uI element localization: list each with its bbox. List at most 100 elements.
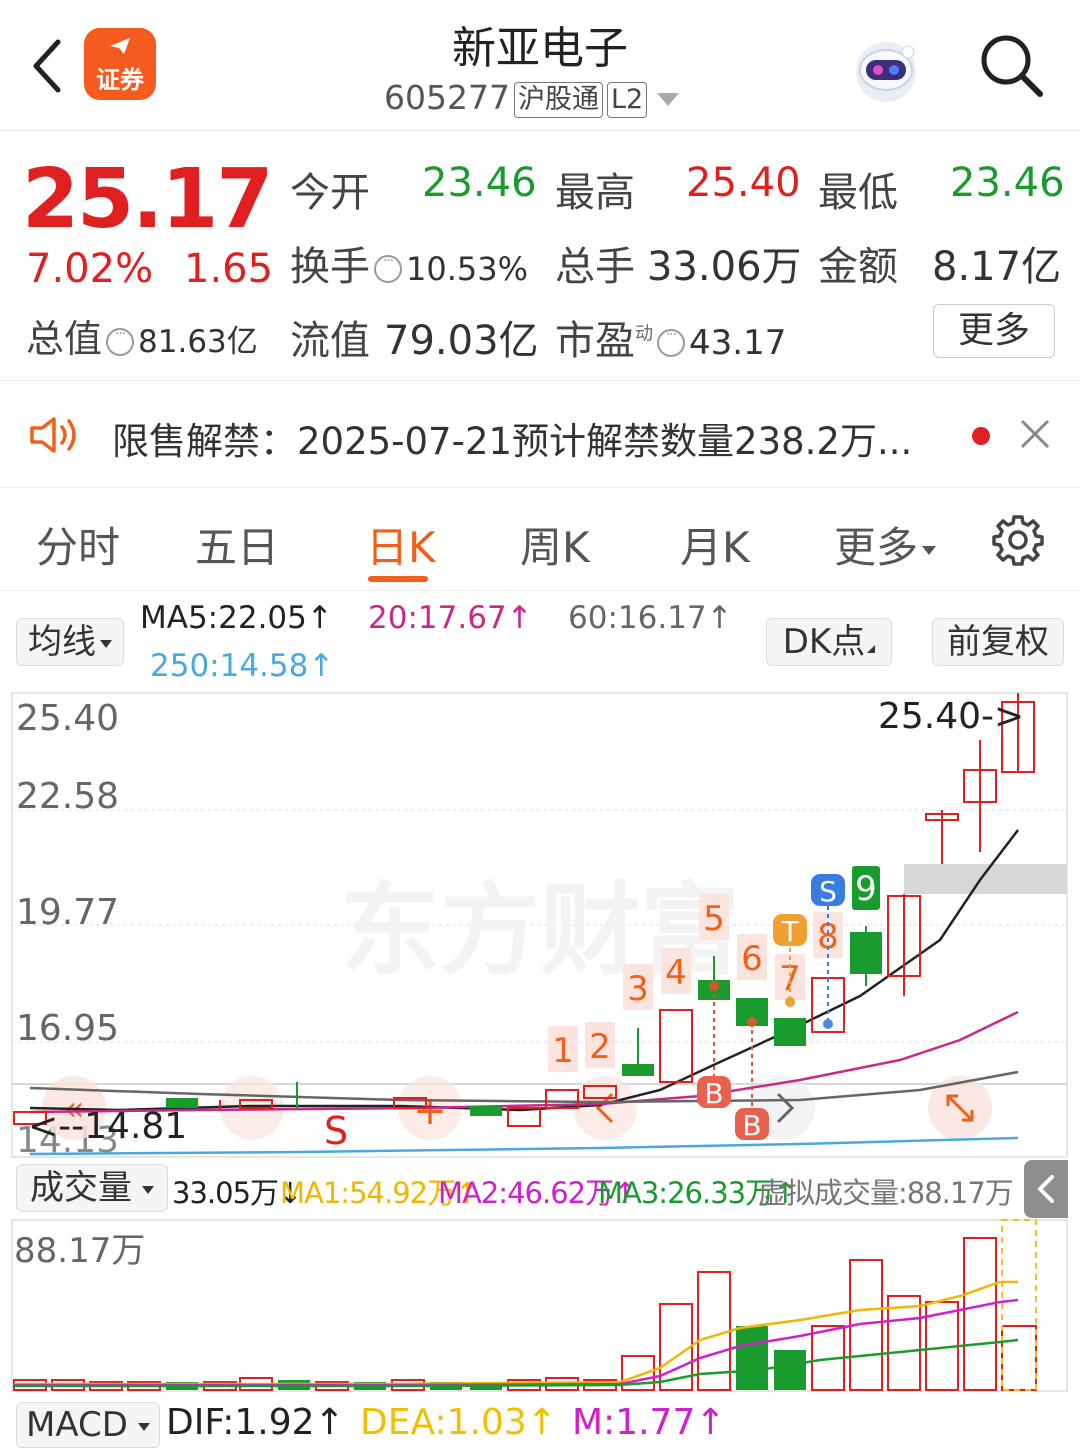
turnover-value: 10.53%	[406, 250, 529, 288]
change-amount: 1.65	[184, 246, 274, 292]
tab-weekly-k[interactable]: 周K	[520, 514, 590, 575]
stock-name: 新亚电子	[452, 23, 628, 74]
low-value: 23.46	[950, 160, 1065, 206]
high-label: 最高	[555, 170, 635, 216]
tab-intraday[interactable]: 分时	[36, 514, 120, 575]
pe-field: 市盈动 43.17	[555, 308, 786, 366]
amount-label: 金额	[818, 244, 898, 290]
settings-gear-icon[interactable]	[992, 514, 1044, 566]
volume-selector-label: 成交量	[30, 1168, 132, 1208]
side-panel-toggle[interactable]	[1024, 1160, 1068, 1218]
back-icon[interactable]	[28, 36, 68, 96]
high-value: 25.40	[686, 160, 801, 206]
signal-1: 1	[552, 1031, 574, 1071]
search-icon[interactable]	[976, 30, 1046, 100]
tab-monthly-k[interactable]: 月K	[680, 514, 750, 575]
sell-marker-text: S	[324, 1109, 348, 1153]
resistance-band	[904, 864, 1067, 894]
candle	[774, 1018, 806, 1046]
kline-chart[interactable]: 东方财富 25.40 22.58 19.77 16.95 14.13 « + 2…	[0, 690, 1080, 1450]
tab-five-day[interactable]: 五日	[195, 514, 279, 575]
chevron-down-icon[interactable]	[657, 93, 680, 106]
ma-selector-label: 均线	[28, 622, 96, 662]
y-label: 22.58	[16, 776, 119, 817]
stock-code-line[interactable]: 605277 沪股通 L2	[384, 78, 680, 118]
plus-icon: +	[413, 1088, 447, 1134]
caret-down-icon	[100, 639, 112, 648]
tab-daily-k[interactable]: 日K	[366, 514, 436, 575]
candle	[659, 1009, 693, 1083]
caret-down-icon	[922, 546, 937, 555]
tab-more-label: 更多	[834, 523, 919, 572]
caret-down-icon	[142, 1185, 154, 1194]
notice-bar[interactable]: 限售解禁：2025-07-21预计解禁数量238.2万...	[0, 380, 1080, 488]
notice-text[interactable]: 限售解禁：2025-07-21预计解禁数量238.2万...	[112, 411, 912, 465]
stock-code: 605277	[384, 78, 510, 117]
volume-label: 总手	[555, 244, 635, 290]
volume-bar	[736, 1326, 768, 1390]
tab-more[interactable]: 更多	[834, 514, 937, 575]
market-cap-label: 总值	[26, 317, 103, 361]
robot-assistant-icon[interactable]	[846, 30, 926, 110]
y-label-high: 25.40	[16, 698, 119, 739]
vol-ma1-line	[14, 1280, 1018, 1386]
low-label: 最低	[818, 170, 898, 216]
securities-logo[interactable]: 证券	[84, 28, 156, 100]
ma60-line	[29, 1070, 1019, 1104]
volume-bar	[1001, 1325, 1037, 1391]
macd-dif: DIF:1.92↑	[166, 1402, 345, 1443]
hgt-badge: 沪股通	[513, 81, 603, 118]
ma60-value: 60:16.17↑	[568, 600, 733, 636]
close-icon[interactable]	[1018, 417, 1052, 451]
candle	[850, 932, 882, 974]
signal-9: 9	[855, 869, 877, 909]
l2-badge: L2	[606, 81, 648, 118]
max-price-label: 25.40->	[878, 696, 1024, 737]
marker-dot	[823, 1019, 833, 1029]
ma-selector[interactable]: 均线	[16, 618, 124, 666]
float-cap-value: 79.03亿	[384, 318, 539, 364]
buy-badge-text: B	[742, 1109, 761, 1142]
volume-bar	[963, 1237, 997, 1391]
marker-dot	[709, 981, 719, 991]
ma250-value: 250:14.58↑	[150, 648, 335, 684]
logo-text: 证券	[96, 66, 144, 94]
more-quote-button[interactable]: 更多	[933, 304, 1055, 358]
ma20-value: 20:17.67↑	[368, 600, 533, 636]
info-icon[interactable]	[374, 253, 402, 283]
paper-plane-icon	[110, 38, 130, 54]
chevron-left-icon	[1038, 1175, 1054, 1203]
buy-badge-text: B	[704, 1077, 723, 1110]
volume-bar	[774, 1350, 806, 1390]
unread-dot	[972, 427, 990, 445]
vol-ma2-line	[14, 1298, 1019, 1387]
macd-indicator-selector[interactable]: MACD	[16, 1402, 160, 1448]
signal-6: 6	[741, 939, 763, 979]
t-badge-text: T	[780, 915, 799, 948]
float-cap-label: 流值	[290, 318, 370, 364]
volume-y-max: 88.17万	[14, 1231, 145, 1271]
change-percent: 7.02%	[26, 246, 154, 292]
open-label: 今开	[290, 170, 370, 216]
macd-selector-label: MACD	[26, 1405, 128, 1445]
signal-3: 3	[627, 969, 649, 1009]
signal-2: 2	[589, 1027, 611, 1067]
active-tab-indicator	[368, 576, 428, 582]
volume-bars	[13, 1219, 1037, 1391]
ma5-value: MA5:22.05↑	[140, 600, 333, 636]
volume-indicator-selector[interactable]: 成交量	[16, 1164, 168, 1212]
corner-triangle-icon	[867, 645, 876, 653]
marker-dot	[747, 1017, 757, 1027]
market-cap: 总值 81.63亿	[26, 308, 258, 363]
adjust-mode-button[interactable]: 前复权	[932, 618, 1064, 666]
candle	[470, 1106, 502, 1116]
info-icon[interactable]	[657, 327, 685, 357]
dk-point-toggle[interactable]: DK点	[766, 618, 892, 666]
info-icon[interactable]	[106, 326, 135, 356]
speaker-icon	[30, 417, 76, 453]
signal-5: 5	[703, 899, 725, 939]
open-value: 23.46	[422, 160, 537, 206]
macd-m: M:1.77↑	[572, 1402, 726, 1443]
sell-badge-text: S	[819, 875, 837, 908]
amount-value: 8.17亿	[932, 244, 1062, 290]
